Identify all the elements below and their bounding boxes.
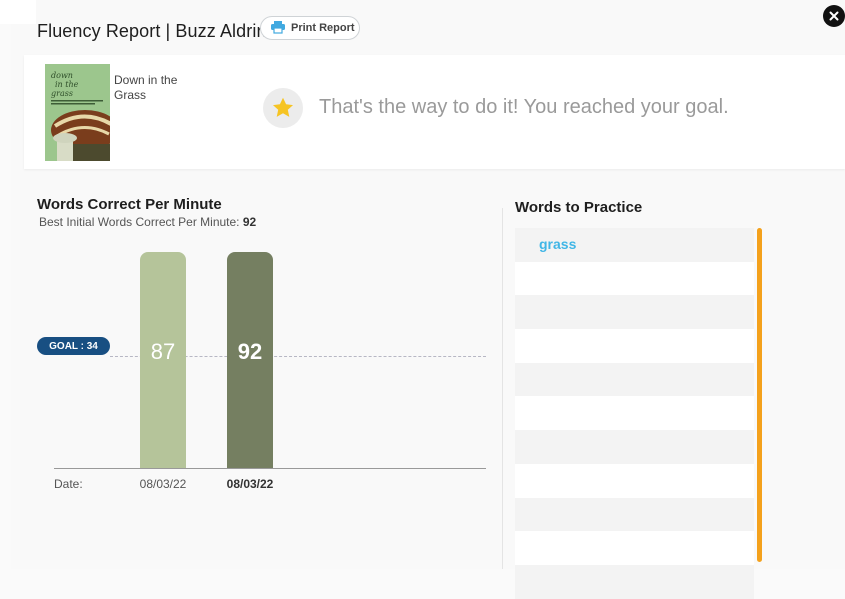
practice-word-row [515,497,754,532]
practice-word-row [515,531,754,565]
close-button[interactable] [823,5,845,27]
practice-word-row [515,463,754,498]
goal-badge: GOAL : 34 [37,337,110,355]
x-axis [54,468,486,469]
practice-word-row [515,329,754,363]
words-to-practice-title: Words to Practice [515,199,643,216]
words-list-scrollbar[interactable] [757,228,762,562]
practice-word-row [515,362,754,397]
practice-word-row [515,396,754,431]
close-icon [829,11,839,21]
wcpm-bar-value: 87 [150,339,176,364]
words-to-practice-list: grass [515,228,754,599]
practice-word-row [515,295,754,330]
section-divider [502,208,503,569]
practice-word-row [515,564,754,599]
wcpm-bar-value: 92 [237,339,263,364]
practice-word-row[interactable]: grass [515,228,754,262]
practice-word: grass [539,236,577,252]
bar-date-label: 08/03/22 [226,477,274,491]
date-axis-label: Date: [54,477,83,491]
wcpm-bar-chart: GOAL : 34 Date: 87 08/03/22 92 08/03/22 [0,0,502,569]
practice-word-row [515,430,754,464]
bar-date-label: 08/03/22 [139,477,187,491]
practice-word-row [515,261,754,296]
